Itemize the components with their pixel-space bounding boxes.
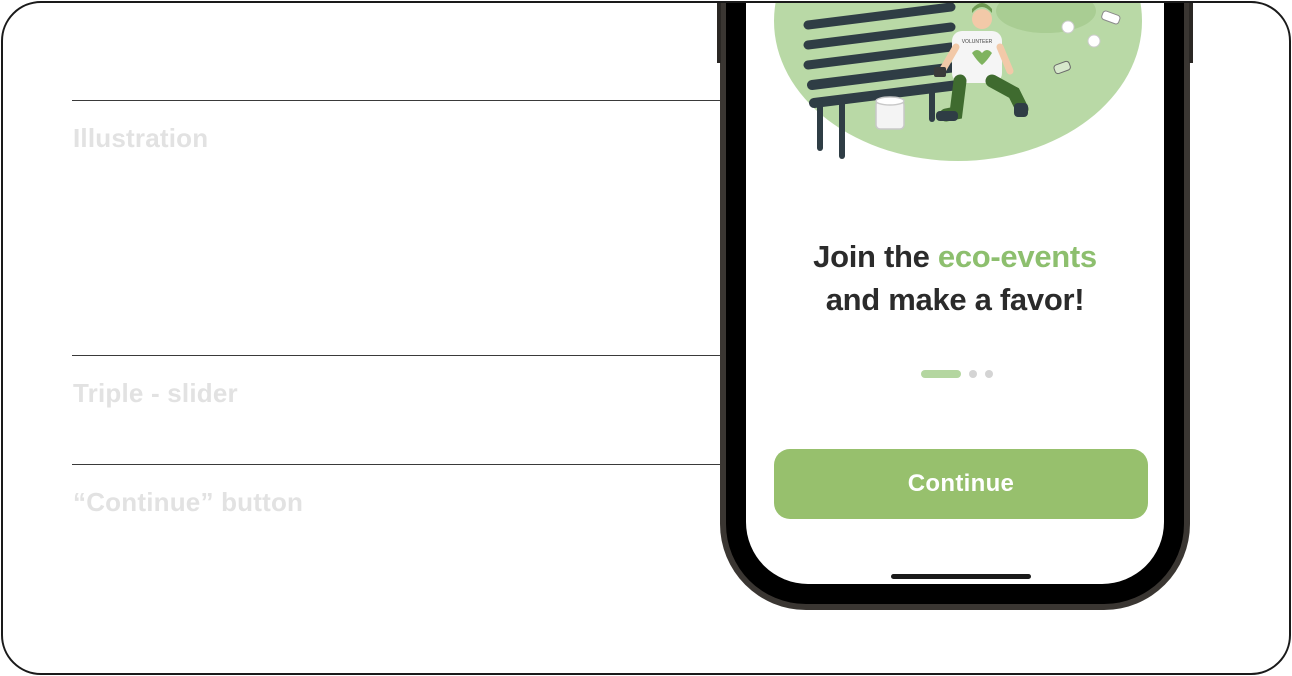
eco-volunteer-illustration: VOLUNTEER — [774, 3, 1142, 161]
triple-slider[interactable] — [921, 370, 993, 378]
slider-annotation-label: Triple - slider — [73, 378, 238, 408]
phone-mockup: VOLUNTEER Join the eco-events and make a… — [717, 3, 1193, 610]
volunteer-shirt-text: VOLUNTEER — [962, 39, 993, 45]
phone-side-button-left — [717, 3, 721, 63]
slider-dot-3[interactable] — [985, 370, 993, 378]
phone-side-button-right — [1189, 3, 1193, 63]
continue-pointer-line — [72, 464, 788, 465]
paint-bucket-icon — [875, 96, 905, 130]
phone-bezel: VOLUNTEER Join the eco-events and make a… — [726, 3, 1184, 604]
slider-dot-1[interactable] — [921, 370, 961, 378]
home-indicator[interactable] — [891, 574, 1031, 579]
illustration-annotation-label: Illustration — [73, 123, 209, 153]
headline-prefix: Join the — [813, 239, 938, 274]
continue-annotation-label: “Continue” button — [73, 487, 304, 517]
continue-button[interactable]: Continue — [774, 449, 1148, 519]
slider-dot-2[interactable] — [969, 370, 977, 378]
phone-screen: VOLUNTEER Join the eco-events and make a… — [746, 3, 1164, 584]
headline-line2: and make a favor! — [825, 282, 1085, 317]
headline-accent: eco-events — [937, 239, 1097, 274]
onboarding-headline: Join the eco-events and make a favor! — [746, 235, 1164, 321]
illustration-pointer-line — [72, 100, 829, 101]
presentation-frame: Illustration Triple - slider “Continue” … — [1, 1, 1291, 675]
